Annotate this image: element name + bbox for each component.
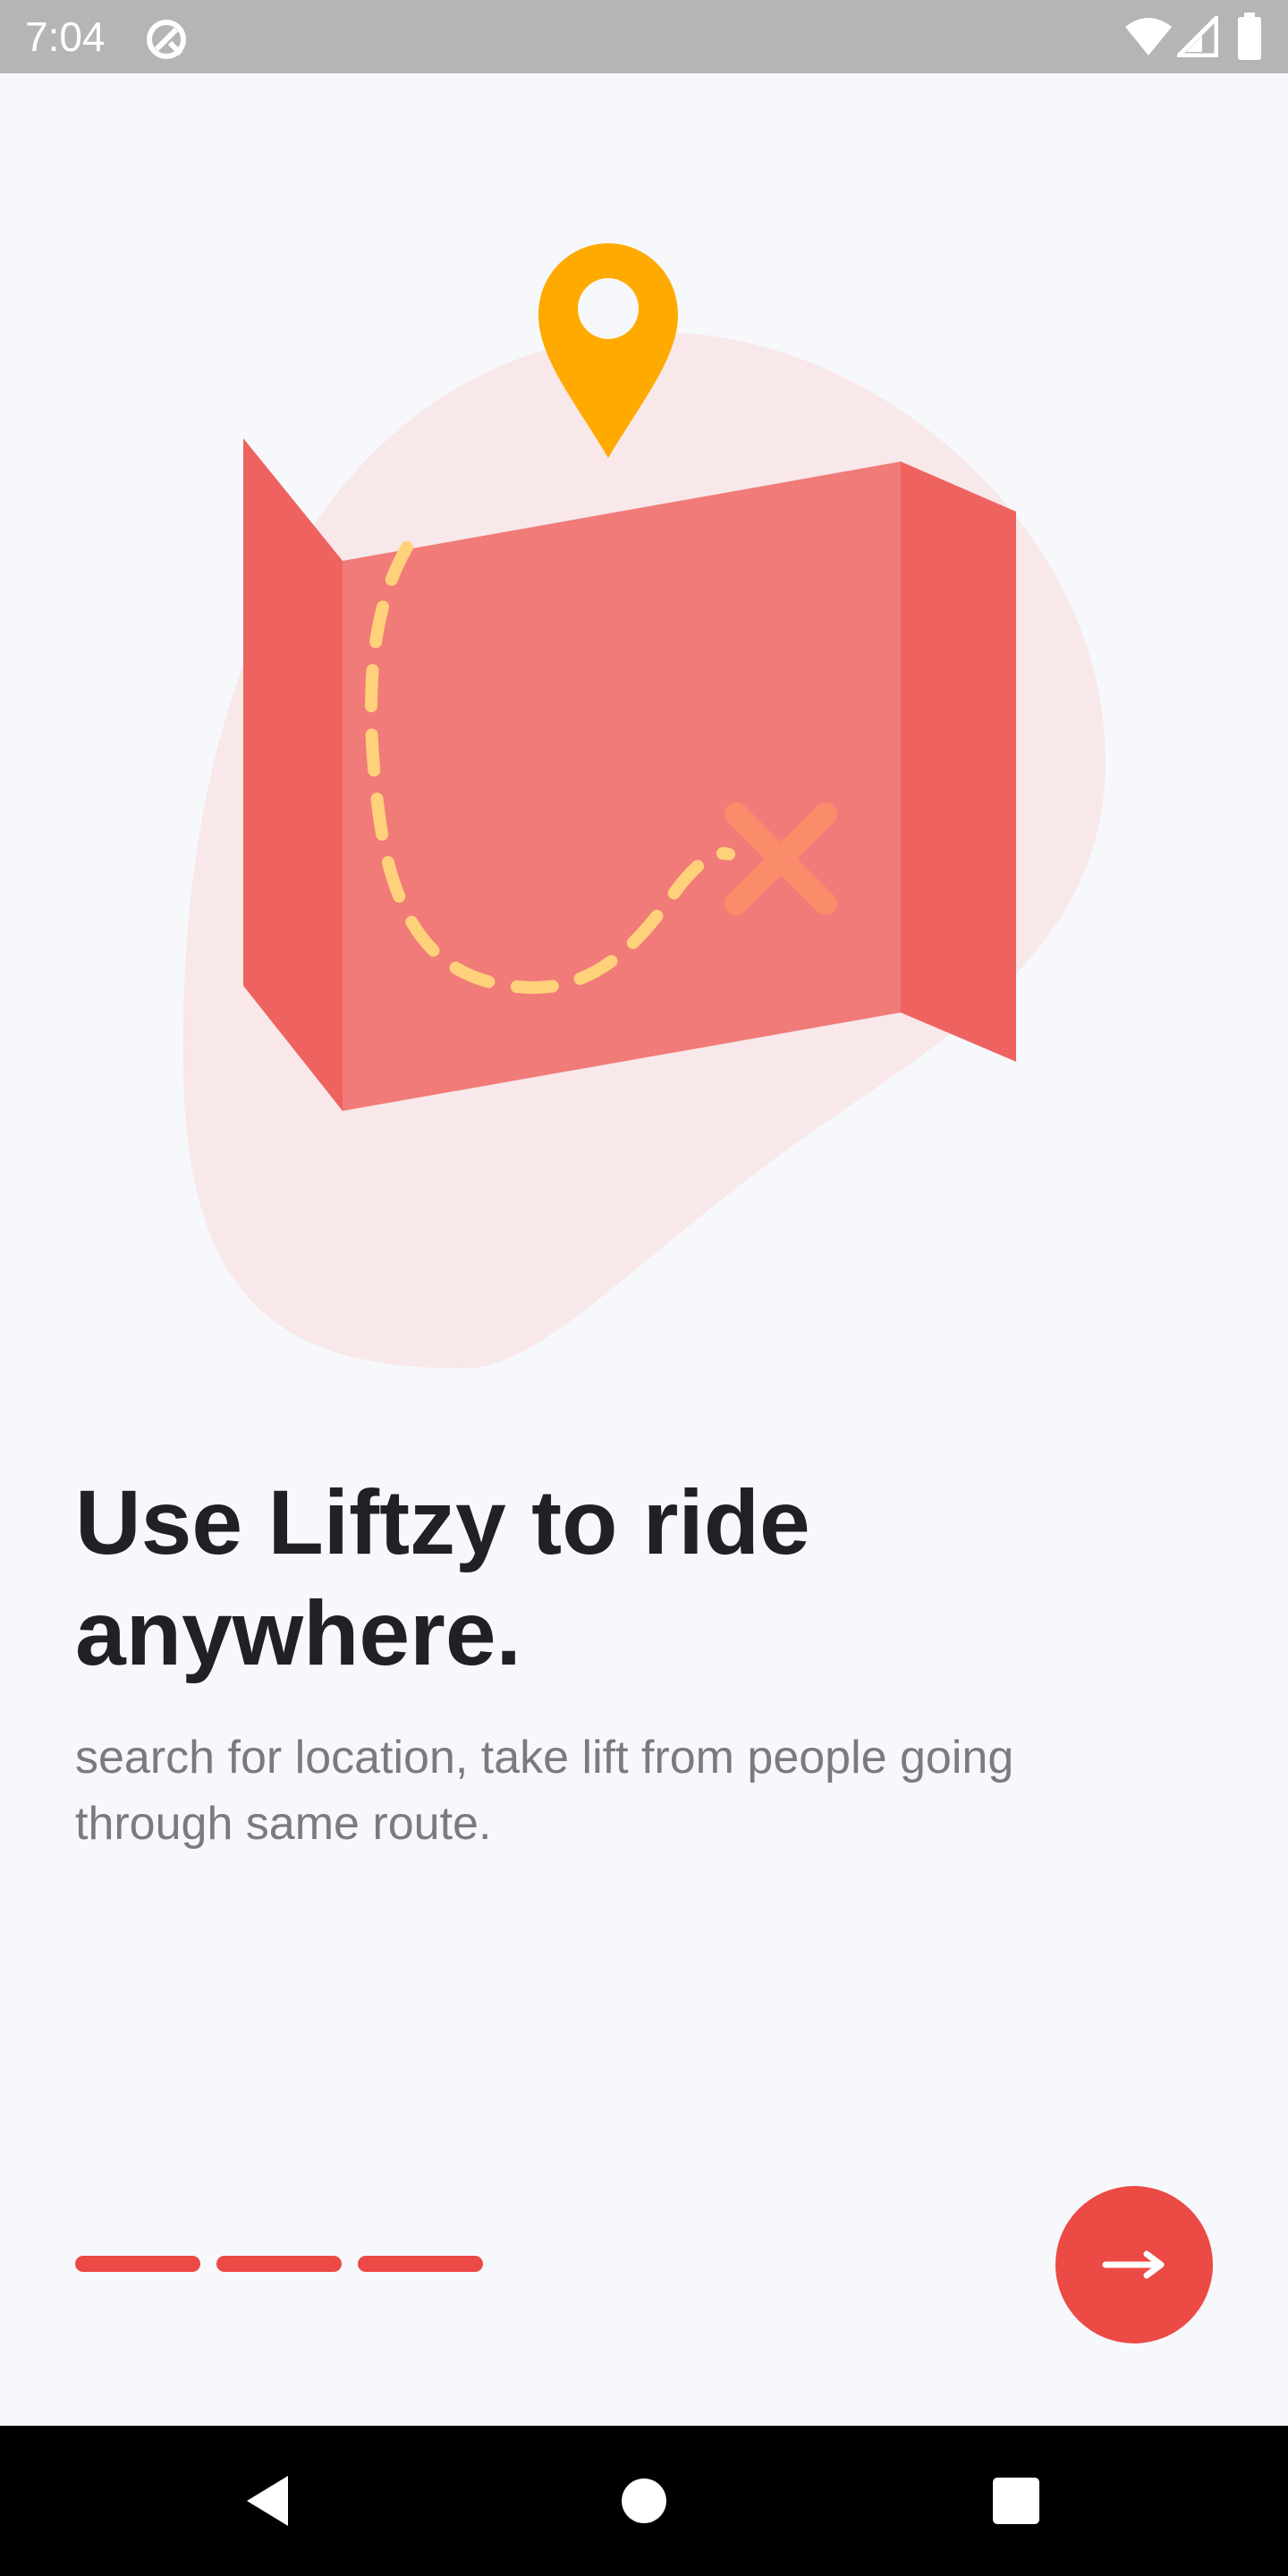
page-indicators [75, 2256, 483, 2272]
back-button[interactable] [197, 2426, 340, 2576]
status-bar: 7:04 [0, 0, 1288, 73]
page-indicator-2[interactable] [216, 2256, 342, 2272]
next-button[interactable] [1055, 2186, 1213, 2343]
home-icon [622, 2479, 666, 2523]
recents-button[interactable] [945, 2426, 1088, 2576]
page-indicator-1[interactable] [75, 2256, 200, 2272]
arrow-right-icon [1100, 2247, 1168, 2283]
page-indicator-3[interactable] [358, 2256, 483, 2272]
onboarding-headline: Use Liftzy to ride anywhere. [75, 1471, 810, 1684]
onboarding-subtext: search for location, take lift from peop… [75, 1732, 1014, 1850]
signal-icon [1176, 15, 1219, 62]
onboarding-illustration [0, 73, 1288, 1397]
system-nav-bar [0, 2426, 1288, 2576]
home-button[interactable] [572, 2426, 716, 2576]
onboarding-screen: 7:04 Use Liftzy to ride anywhere. search… [0, 0, 1288, 2576]
recents-icon [993, 2478, 1039, 2524]
status-time: 7:04 [25, 13, 106, 60]
do-not-disturb-icon [143, 16, 190, 67]
back-icon [247, 2476, 288, 2526]
wifi-icon [1123, 16, 1174, 62]
battery-icon [1236, 13, 1263, 65]
